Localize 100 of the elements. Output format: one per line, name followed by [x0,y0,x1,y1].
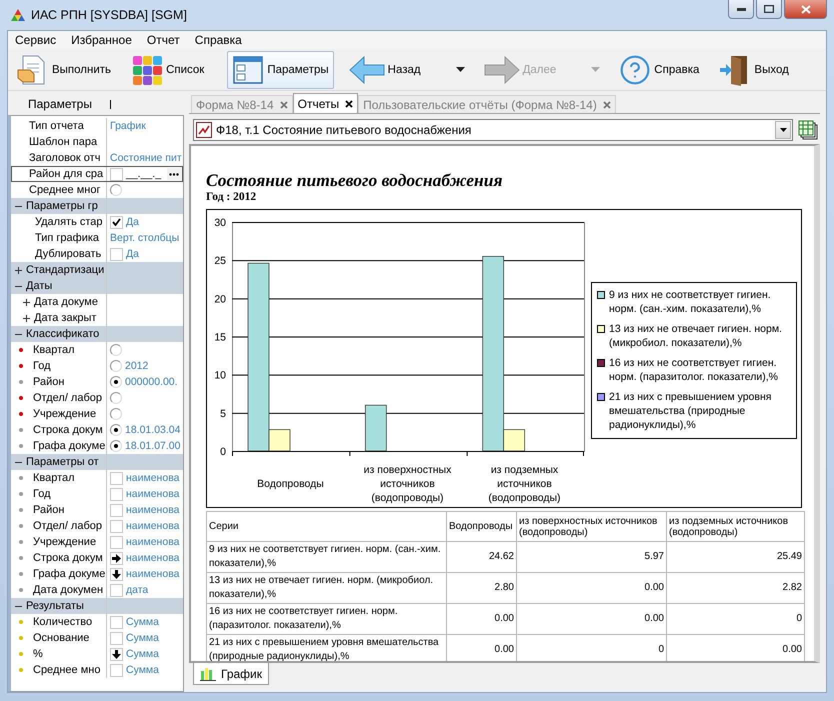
field-label: Учреждение [33,536,96,548]
checkbox[interactable] [110,616,123,628]
radio-button[interactable] [110,376,122,388]
field-label: Удалять стар [35,216,103,228]
maximize-button[interactable] [756,0,782,19]
checkbox[interactable] [110,520,123,532]
plus-icon[interactable] [23,298,30,306]
checkbox[interactable] [110,488,123,500]
ellipsis-icon [169,172,179,176]
bar-chart-icon [200,666,216,680]
table-cell: 0.00 [516,604,666,634]
table-cell: 5.97 [516,542,666,572]
toolbar-button[interactable]: Справка [614,50,704,88]
field-value[interactable]: График [110,120,146,132]
caret-icon[interactable] [456,67,465,72]
field-value[interactable]: наименова [126,552,180,564]
menu-item[interactable]: Справка [194,33,242,47]
toolbar-button[interactable]: Список [126,50,210,88]
radio-button[interactable] [110,424,122,436]
app-logo-icon [11,8,25,22]
group-label: Результаты [26,600,84,612]
radio-button[interactable] [110,392,122,404]
toolbar-button[interactable]: Выполнить [12,50,116,88]
checkbox[interactable] [110,472,123,484]
radio-button[interactable] [110,408,122,420]
arrow-down-icon[interactable] [110,648,123,660]
radio-button[interactable] [110,440,122,452]
column-header: из подземных источников (водопроводы) [666,512,804,542]
field-value[interactable]: Верт. столбцы [110,232,180,244]
dropdown-button[interactable] [775,120,791,138]
toolbar-button[interactable]: Выход [714,50,794,88]
field-label: Количество [33,616,92,628]
field-value[interactable]: наименова [126,504,180,516]
group-label: Параметры от [26,456,99,468]
radio-button[interactable] [110,184,122,196]
field-value[interactable]: 2012 [125,360,148,372]
plus-icon[interactable] [15,266,22,274]
field-value[interactable]: наименова [126,536,180,548]
tab[interactable]: Пользовательские отчёты (Форма №8-14) [358,95,616,113]
report-dropdown[interactable]: Ф18, т.1 Состояние питьевого водоснабжения [193,118,793,140]
field-label: Графа докуме [33,440,106,452]
field-value[interactable]: наименова [126,488,180,500]
field-label: Среднее мно [33,664,100,676]
caret-icon [780,128,786,132]
field-label: Основание [33,632,90,644]
close-icon[interactable] [345,100,354,108]
field-value[interactable]: наименова [126,520,180,532]
input-field[interactable]: __.__._ [126,168,162,180]
group-label: Даты [26,280,52,292]
table-cell: 16 из них не соответствует гигиен. норм. (паразитолог. показатели),% [206,604,446,634]
menu-item[interactable]: Избранное [71,33,132,47]
field-value[interactable]: Сумма [126,664,159,676]
plus-icon[interactable] [23,314,30,322]
field-value[interactable]: Да [126,216,139,228]
arrow-right-icon[interactable] [110,552,123,564]
legend-label: 13 из них не отвечает гигиен. норм. (микробиол. показатели),% [609,322,783,350]
color-grid-icon [131,54,164,86]
checkbox[interactable] [110,664,123,676]
field-label: Год [33,360,51,372]
window-title: ИАС РПН [SYSDBA] [SGM] [31,8,188,22]
radio-button[interactable] [110,344,122,356]
minimize-button[interactable] [728,0,754,19]
field-value[interactable]: 000000.00. [125,376,178,388]
field-value[interactable]: наименова [126,472,180,484]
tab[interactable]: График [193,663,269,685]
field-value[interactable]: 18.01.07.00 [125,440,180,452]
field-value[interactable]: Сумма [126,632,159,644]
category-label: из поверхностных источников (водопроводы) [362,463,452,506]
toolbar-button[interactable]: Назад [344,50,426,88]
checkbox[interactable] [110,504,123,516]
field-value[interactable]: Состояние пит [110,152,182,164]
table-cell: 0 [666,604,804,634]
field-value[interactable]: Да [126,248,139,260]
menu-item[interactable]: Отчет [146,33,180,47]
field-label: Тип отчета [29,120,84,132]
checkbox[interactable] [110,216,123,228]
field-value[interactable]: дата [126,584,148,596]
field-label: Строка докум [33,552,103,564]
checkbox[interactable] [110,168,123,180]
field-value[interactable]: наименова [126,568,180,580]
checkbox[interactable] [110,632,123,644]
radio-button[interactable] [110,360,122,372]
spreadsheet-icon[interactable] [798,120,818,140]
field-value[interactable]: Сумма [126,648,159,660]
field-label: Строка докум [33,424,103,436]
checkbox[interactable] [110,536,123,548]
legend-label: 21 из них с превышением уровня вмешательства (природные радионуклиды),% [609,390,772,432]
checkbox[interactable] [110,584,123,596]
report-title: Состояние питьевого водоснабжения [206,170,504,191]
toolbar-button[interactable]: Параметры [227,50,334,88]
panel-title: Параметры [28,97,92,111]
tab[interactable]: Форма №8-14 [191,95,293,113]
field-value[interactable]: 18.01.03.04 [125,424,180,436]
close-button[interactable] [784,0,827,19]
menu-item[interactable]: Сервис [15,33,56,47]
ellipsis-button[interactable] [167,168,181,180]
field-value[interactable]: Сумма [126,616,159,628]
checkbox[interactable] [110,248,123,260]
arrow-down-icon[interactable] [110,568,123,580]
tab[interactable]: Отчеты [292,93,358,113]
